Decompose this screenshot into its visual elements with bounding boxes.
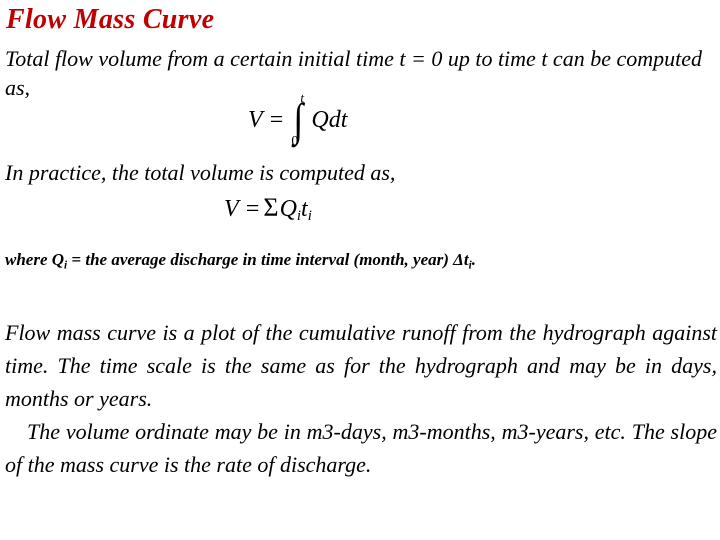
where-note-middle: = the average discharge in time interval… [67,250,469,269]
equation-summation-term1: Q [279,196,297,222]
equation-summation: V = ΣQiti [224,194,312,230]
equation-summation-term2-subscript: i [307,208,312,225]
where-note-suffix: . [471,250,476,269]
body-text-block: Flow mass curve is a plot of the cumulat… [5,316,717,481]
equation-integral-integrand: Qdt [311,107,348,133]
slide-canvas: Flow Mass Curve Total flow volume from a… [0,0,720,540]
where-note: where Qi = the average discharge in time… [5,249,719,276]
equation-integral: V = t ∫ 0 Qdt [248,91,348,149]
intro-paragraph: Total flow volume from a certain initial… [5,46,702,100]
equation-summation-lhs: V = [224,196,261,222]
where-note-prefix: where Q [5,250,65,269]
body-paragraph-1: Flow mass curve is a plot of the cumulat… [5,320,717,411]
sigma-icon: Σ [263,193,279,222]
equation-summation-term2: t [301,196,308,222]
page-title: Flow Mass Curve [6,4,215,35]
integral-symbol-group: t ∫ 0 [291,91,309,149]
body-paragraph-2: The volume ordinate may be in m3-days, m… [5,419,717,477]
integral-lower-limit: 0 [291,134,299,149]
equation-integral-lhs: V = [248,107,285,133]
practice-line: In practice, the total volume is compute… [5,160,396,185]
